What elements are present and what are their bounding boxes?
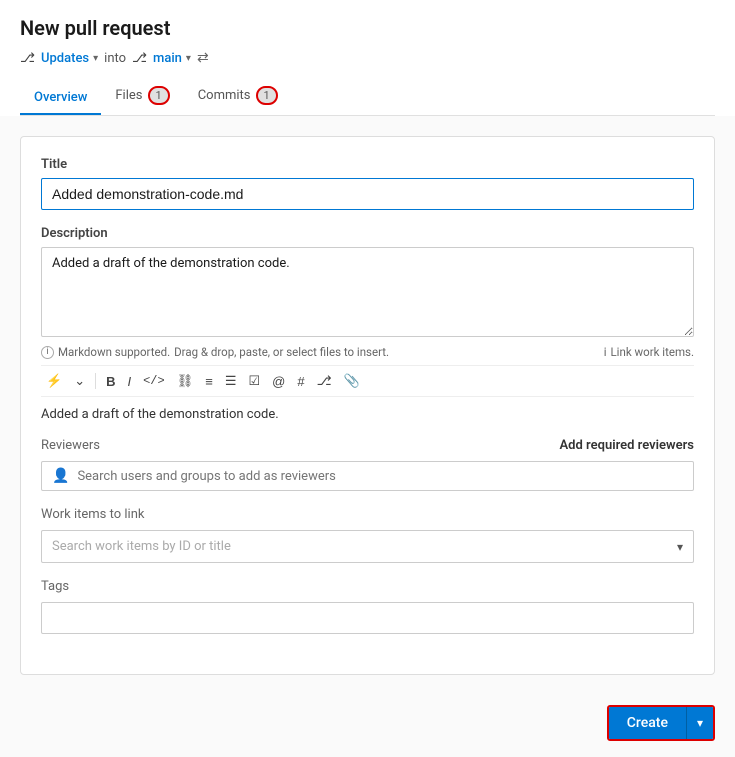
toolbar-mention-btn[interactable]: @ [267,371,290,392]
source-branch-chevron: ▾ [93,53,98,64]
target-branch-selector[interactable]: main ▾ [153,51,191,66]
title-input[interactable] [41,178,694,210]
link-work-text: Link work items. [610,345,694,359]
target-branch-chevron: ▾ [186,53,191,64]
toolbar-italic-btn[interactable]: I [122,371,136,392]
work-items-label: Work items to link [41,507,694,522]
markdown-info: i Markdown supported. Drag & drop, paste… [41,345,389,359]
tab-overview[interactable]: Overview [20,82,101,115]
reviewers-search-wrapper[interactable]: 👤 [41,461,694,491]
work-items-dropdown[interactable]: Search work items by ID or title ▾ [41,530,694,563]
source-branch-selector[interactable]: Updates ▾ [41,51,98,66]
create-button-group: Create ▾ [607,705,715,741]
markdown-supported-text: Markdown supported. [58,345,170,359]
work-items-section: Work items to link Search work items by … [41,507,694,563]
work-items-placeholder: Search work items by ID or title [52,539,231,554]
form-section: Title Description Added a draft of the d… [20,136,715,675]
description-preview: Added a draft of the demonstration code. [41,407,694,422]
toolbar-ordered-list-btn[interactable]: ≡ [200,371,218,392]
branch-bar: ⎇ Updates ▾ into ⎇ main ▾ ⇄ [20,50,715,66]
description-label: Description [41,226,694,241]
toolbar-unordered-list-btn[interactable]: ☰ [220,370,242,392]
reviewers-section: Reviewers Add required reviewers 👤 [41,438,694,491]
description-textarea[interactable]: Added a draft of the demonstration code. [41,247,694,337]
toolbar-task-list-btn[interactable]: ☑ [243,370,265,392]
add-required-reviewers-link[interactable]: Add required reviewers [560,438,695,453]
tab-files-badge: 1 [148,86,170,105]
editor-toolbar: ⚡ ⌄ B I </> ⛓ ≡ ☰ ☑ @ # ⎇ 📎 [41,365,694,397]
toolbar-bold-btn[interactable]: B [101,371,120,392]
toolbar-more-btn[interactable]: ⌄ [69,370,90,392]
reviewers-label: Reviewers [41,438,100,453]
source-branch-name: Updates [41,51,89,66]
tab-files[interactable]: Files 1 [101,78,183,115]
git-branch-icon-2: ⎇ [132,51,147,66]
reviewers-search-icon: 👤 [52,468,69,484]
target-branch-name: main [153,51,182,66]
toolbar-code-btn[interactable]: </> [138,371,170,391]
work-items-chevron-icon: ▾ [677,540,683,554]
tab-commits-label: Commits [198,88,251,103]
toolbar-divider-1 [95,373,96,389]
git-branch-icon: ⎇ [20,51,35,66]
info-icon: i [41,346,54,359]
create-dropdown-button[interactable]: ▾ [686,707,713,739]
create-button[interactable]: Create [609,707,686,739]
swap-icon[interactable]: ⇄ [197,50,209,66]
tab-commits-badge: 1 [256,86,278,105]
tab-commits[interactable]: Commits 1 [184,78,292,115]
reviewers-search-input[interactable] [77,469,683,484]
toolbar-lightning-btn[interactable]: ⚡ [41,370,67,392]
link-info-icon: i [604,345,607,359]
tabs-bar: Overview Files 1 Commits 1 [20,78,715,116]
page-title: New pull request [20,16,715,40]
toolbar-link-btn[interactable]: ⛓ [172,370,199,392]
tab-overview-label: Overview [34,90,87,105]
tags-input[interactable] [41,602,694,634]
toolbar-pr-btn[interactable]: ⎇ [312,370,337,392]
toolbar-hash-btn[interactable]: # [292,371,309,392]
reviewers-header: Reviewers Add required reviewers [41,438,694,453]
title-label: Title [41,157,694,172]
main-content: Title Description Added a draft of the d… [0,116,735,695]
tab-files-label: Files [115,88,142,103]
drag-drop-text: Drag & drop, paste, or select files to i… [174,345,389,359]
link-work-items[interactable]: i Link work items. [604,345,694,359]
into-label: into [104,51,126,66]
toolbar-attach-btn[interactable]: 📎 [339,370,365,392]
create-dropdown-chevron-icon: ▾ [697,716,703,730]
markdown-bar: i Markdown supported. Drag & drop, paste… [41,345,694,359]
footer-bar: Create ▾ [0,695,735,757]
tags-section: Tags [41,579,694,634]
tags-label: Tags [41,579,694,594]
